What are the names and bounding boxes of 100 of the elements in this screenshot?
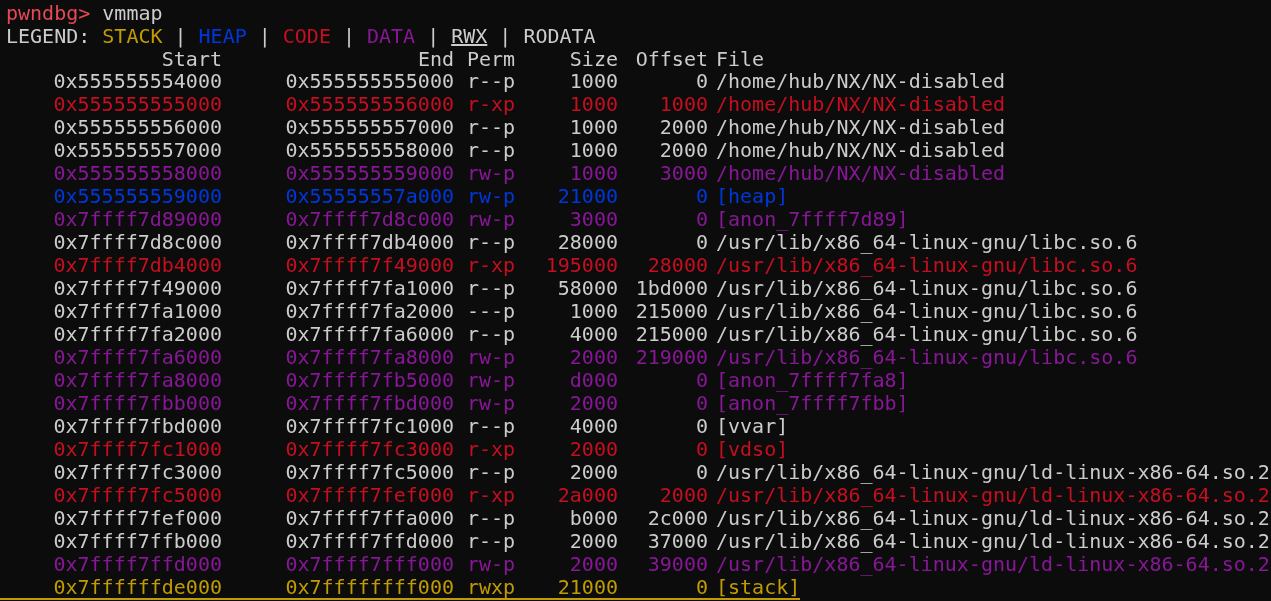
size-value: 2000 xyxy=(569,391,618,415)
legend-separator: | xyxy=(258,25,271,48)
size-value: 4000 xyxy=(569,414,618,438)
end-address: 0x7ffff7fc5000 xyxy=(285,460,454,484)
offset-value: 0 xyxy=(695,207,708,231)
file-path: /usr/lib/x86_64-linux-gnu/libc.so.6 xyxy=(716,299,1138,323)
file-path: /home/hub/NX/NX-disabled xyxy=(716,92,1005,116)
size-value: 1000 xyxy=(569,115,618,139)
start-address: 0x555555557000 xyxy=(53,138,222,162)
legend-label: DATA xyxy=(367,25,416,48)
start-address: 0x7ffff7fa1000 xyxy=(53,299,222,323)
offset-value: 2000 xyxy=(659,138,708,162)
size-value: 1000 xyxy=(569,161,618,185)
offset-value: 2000 xyxy=(659,483,708,507)
start-address: 0x7ffff7fbd000 xyxy=(53,414,222,438)
legend-label: HEAP xyxy=(198,25,247,48)
end-address: 0x7ffff7fc3000 xyxy=(285,437,454,461)
file-path: /usr/lib/x86_64-linux-gnu/libc.so.6 xyxy=(716,322,1138,346)
column-header: Offset xyxy=(635,47,708,71)
offset-value: 3000 xyxy=(659,161,708,185)
start-address: 0x7ffff7ffd000 xyxy=(53,552,222,576)
end-address: 0x7ffffffff000 xyxy=(285,575,454,599)
end-address: 0x7ffff7fbd000 xyxy=(285,391,454,415)
permissions: rw-p xyxy=(467,368,516,392)
start-address: 0x7ffff7fa6000 xyxy=(53,345,222,369)
permissions: r--p xyxy=(467,506,516,530)
end-address: 0x555555558000 xyxy=(285,138,454,162)
offset-value: 1000 xyxy=(659,92,708,116)
offset-value: 0 xyxy=(695,460,708,484)
end-address: 0x7ffff7ffa000 xyxy=(285,506,454,530)
legend-label: CODE xyxy=(282,25,331,48)
legend-separator: | xyxy=(499,25,512,48)
size-value: 2a000 xyxy=(557,483,618,507)
permissions: rw-p xyxy=(467,161,516,185)
start-address: 0x7ffff7fc1000 xyxy=(53,437,222,461)
start-address: 0x7ffff7f49000 xyxy=(53,276,222,300)
column-header: Start xyxy=(161,47,222,71)
start-address: 0x555555558000 xyxy=(53,161,222,185)
offset-value: 2c000 xyxy=(647,506,708,530)
size-value: 2000 xyxy=(569,529,618,553)
legend-separator: | xyxy=(427,25,440,48)
column-header: Perm xyxy=(467,47,516,71)
size-value: 21000 xyxy=(557,184,618,208)
start-address: 0x7ffff7fa8000 xyxy=(53,368,222,392)
size-value: 2000 xyxy=(569,460,618,484)
permissions: rw-p xyxy=(467,391,516,415)
end-address: 0x555555557000 xyxy=(285,115,454,139)
file-path: /usr/lib/x86_64-linux-gnu/ld-linux-x86-64.so.2 xyxy=(716,506,1270,530)
size-value: d000 xyxy=(569,368,618,392)
permissions: ---p xyxy=(467,299,516,323)
permissions: r--p xyxy=(467,276,516,300)
offset-value: 39000 xyxy=(647,552,708,576)
file-path: /usr/lib/x86_64-linux-gnu/ld-linux-x86-64.so.2 xyxy=(716,552,1270,576)
offset-value: 0 xyxy=(695,391,708,415)
permissions: r--p xyxy=(467,414,516,438)
legend-separator: | xyxy=(342,25,355,48)
start-address: 0x555555554000 xyxy=(53,69,222,93)
file-path: /usr/lib/x86_64-linux-gnu/libc.so.6 xyxy=(716,345,1138,369)
file-path: [stack] xyxy=(716,575,801,599)
start-address: 0x555555555000 xyxy=(53,92,222,116)
offset-value: 219000 xyxy=(635,345,708,369)
file-path: [vdso] xyxy=(716,437,789,461)
start-address: 0x555555556000 xyxy=(53,115,222,139)
offset-value: 2000 xyxy=(659,115,708,139)
size-value: 21000 xyxy=(557,575,618,599)
permissions: rw-p xyxy=(467,552,516,576)
permissions: r--p xyxy=(467,115,516,139)
size-value: 2000 xyxy=(569,345,618,369)
end-address: 0x7ffff7d8c000 xyxy=(285,207,454,231)
legend-label: RWX xyxy=(451,25,488,48)
end-address: 0x555555556000 xyxy=(285,92,454,116)
end-address: 0x7ffff7fb5000 xyxy=(285,368,454,392)
offset-value: 0 xyxy=(695,437,708,461)
size-value: 4000 xyxy=(569,322,618,346)
size-value: 3000 xyxy=(569,207,618,231)
start-address: 0x7ffff7fa2000 xyxy=(53,322,222,346)
file-path: [anon_7ffff7d89] xyxy=(716,207,909,231)
permissions: rwxp xyxy=(467,575,516,599)
end-address: 0x7ffff7fc1000 xyxy=(285,414,454,438)
permissions: r--p xyxy=(467,69,516,93)
offset-value: 0 xyxy=(695,230,708,254)
end-address: 0x7ffff7ffd000 xyxy=(285,529,454,553)
offset-value: 28000 xyxy=(647,253,708,277)
permissions: rw-p xyxy=(467,207,516,231)
start-address: 0x7ffff7ffb000 xyxy=(53,529,222,553)
start-address: 0x7ffff7fef000 xyxy=(53,506,222,530)
permissions: r-xp xyxy=(467,437,516,461)
size-value: 58000 xyxy=(557,276,618,300)
file-path: /usr/lib/x86_64-linux-gnu/ld-linux-x86-64.so.2 xyxy=(716,529,1270,553)
column-header: End xyxy=(417,47,454,71)
size-value: 1000 xyxy=(569,92,618,116)
file-path: [heap] xyxy=(716,184,789,208)
end-address: 0x7ffff7fef000 xyxy=(285,483,454,507)
offset-value: 0 xyxy=(695,414,708,438)
size-value: 1000 xyxy=(569,69,618,93)
file-path: /usr/lib/x86_64-linux-gnu/libc.so.6 xyxy=(716,253,1138,277)
offset-value: 0 xyxy=(695,575,708,599)
end-address: 0x555555559000 xyxy=(285,161,454,185)
end-address: 0x7ffff7fa1000 xyxy=(285,276,454,300)
permissions: r-xp xyxy=(467,483,516,507)
